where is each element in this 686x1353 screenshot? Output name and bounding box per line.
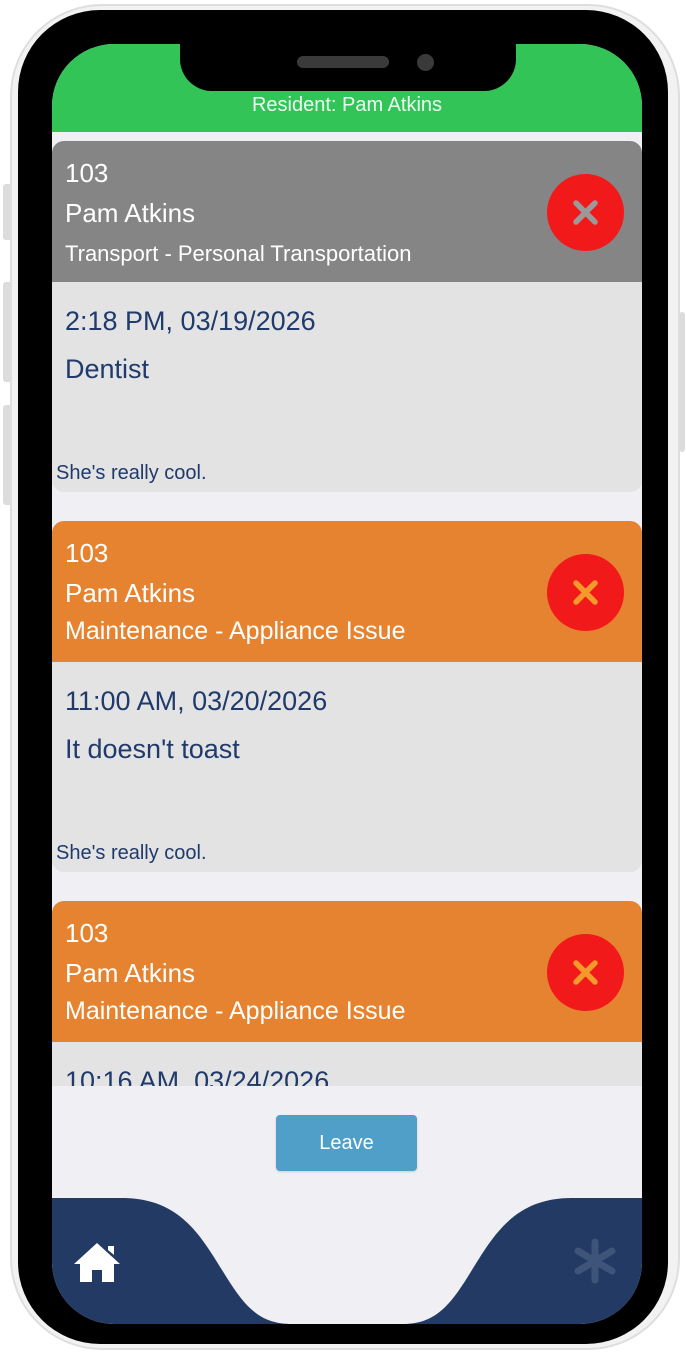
request-description: Dentist <box>65 354 150 384</box>
room-number: 103 <box>65 918 109 948</box>
notch <box>180 44 516 91</box>
request-description: It doesn't toast <box>65 734 240 764</box>
camera <box>417 54 434 71</box>
request-type: Maintenance - Appliance Issue <box>65 617 406 645</box>
close-icon <box>573 960 598 985</box>
request-type: Transport - Personal Transportation <box>65 241 412 266</box>
close-icon <box>573 580 598 605</box>
leave-button[interactable]: Leave <box>276 1115 417 1171</box>
card-body[interactable]: 10:16 AM, 03/24/2026 <box>52 1042 642 1086</box>
card-body[interactable]: 11:00 AM, 03/20/2026 It doesn't toast Sh… <box>52 662 642 872</box>
delete-button[interactable] <box>547 934 624 1011</box>
page-title: Resident: Pam Atkins <box>251 94 443 116</box>
speaker <box>297 56 389 68</box>
card-header: 103 Pam Atkins Maintenance - Appliance I… <box>52 521 642 662</box>
request-card: 103 Pam Atkins Transport - Personal Tran… <box>52 141 642 492</box>
resident-name: Pam Atkins <box>65 198 196 228</box>
resident-name: Pam Atkins <box>65 958 196 988</box>
card-header: 103 Pam Atkins Transport - Personal Tran… <box>52 141 642 282</box>
asterisk-icon[interactable] <box>572 1238 618 1284</box>
request-time: 2:18 PM, 03/19/2026 <box>65 306 316 336</box>
request-card: 103 Pam Atkins Maintenance - Appliance I… <box>52 901 642 1086</box>
request-list[interactable]: 103 Pam Atkins Transport - Personal Tran… <box>52 141 642 1086</box>
room-number: 103 <box>65 158 109 188</box>
request-note: She's really cool. <box>56 462 207 484</box>
request-type: Maintenance - Appliance Issue <box>65 997 406 1025</box>
request-card: 103 Pam Atkins Maintenance - Appliance I… <box>52 521 642 872</box>
home-icon[interactable] <box>72 1240 122 1284</box>
request-note: She's really cool. <box>56 842 207 864</box>
delete-button[interactable] <box>547 174 624 251</box>
delete-button[interactable] <box>547 554 624 631</box>
resident-name: Pam Atkins <box>65 578 196 608</box>
bottom-nav <box>52 1198 642 1324</box>
screen: Resident: Pam Atkins 103 Pam Atkins Tran… <box>52 44 642 1324</box>
card-body[interactable]: 2:18 PM, 03/19/2026 Dentist She's really… <box>52 282 642 492</box>
close-icon <box>573 200 598 225</box>
request-time: 11:00 AM, 03/20/2026 <box>65 686 328 716</box>
request-time: 10:16 AM, 03/24/2026 <box>65 1066 330 1086</box>
card-header: 103 Pam Atkins Maintenance - Appliance I… <box>52 901 642 1042</box>
room-number: 103 <box>65 538 109 568</box>
